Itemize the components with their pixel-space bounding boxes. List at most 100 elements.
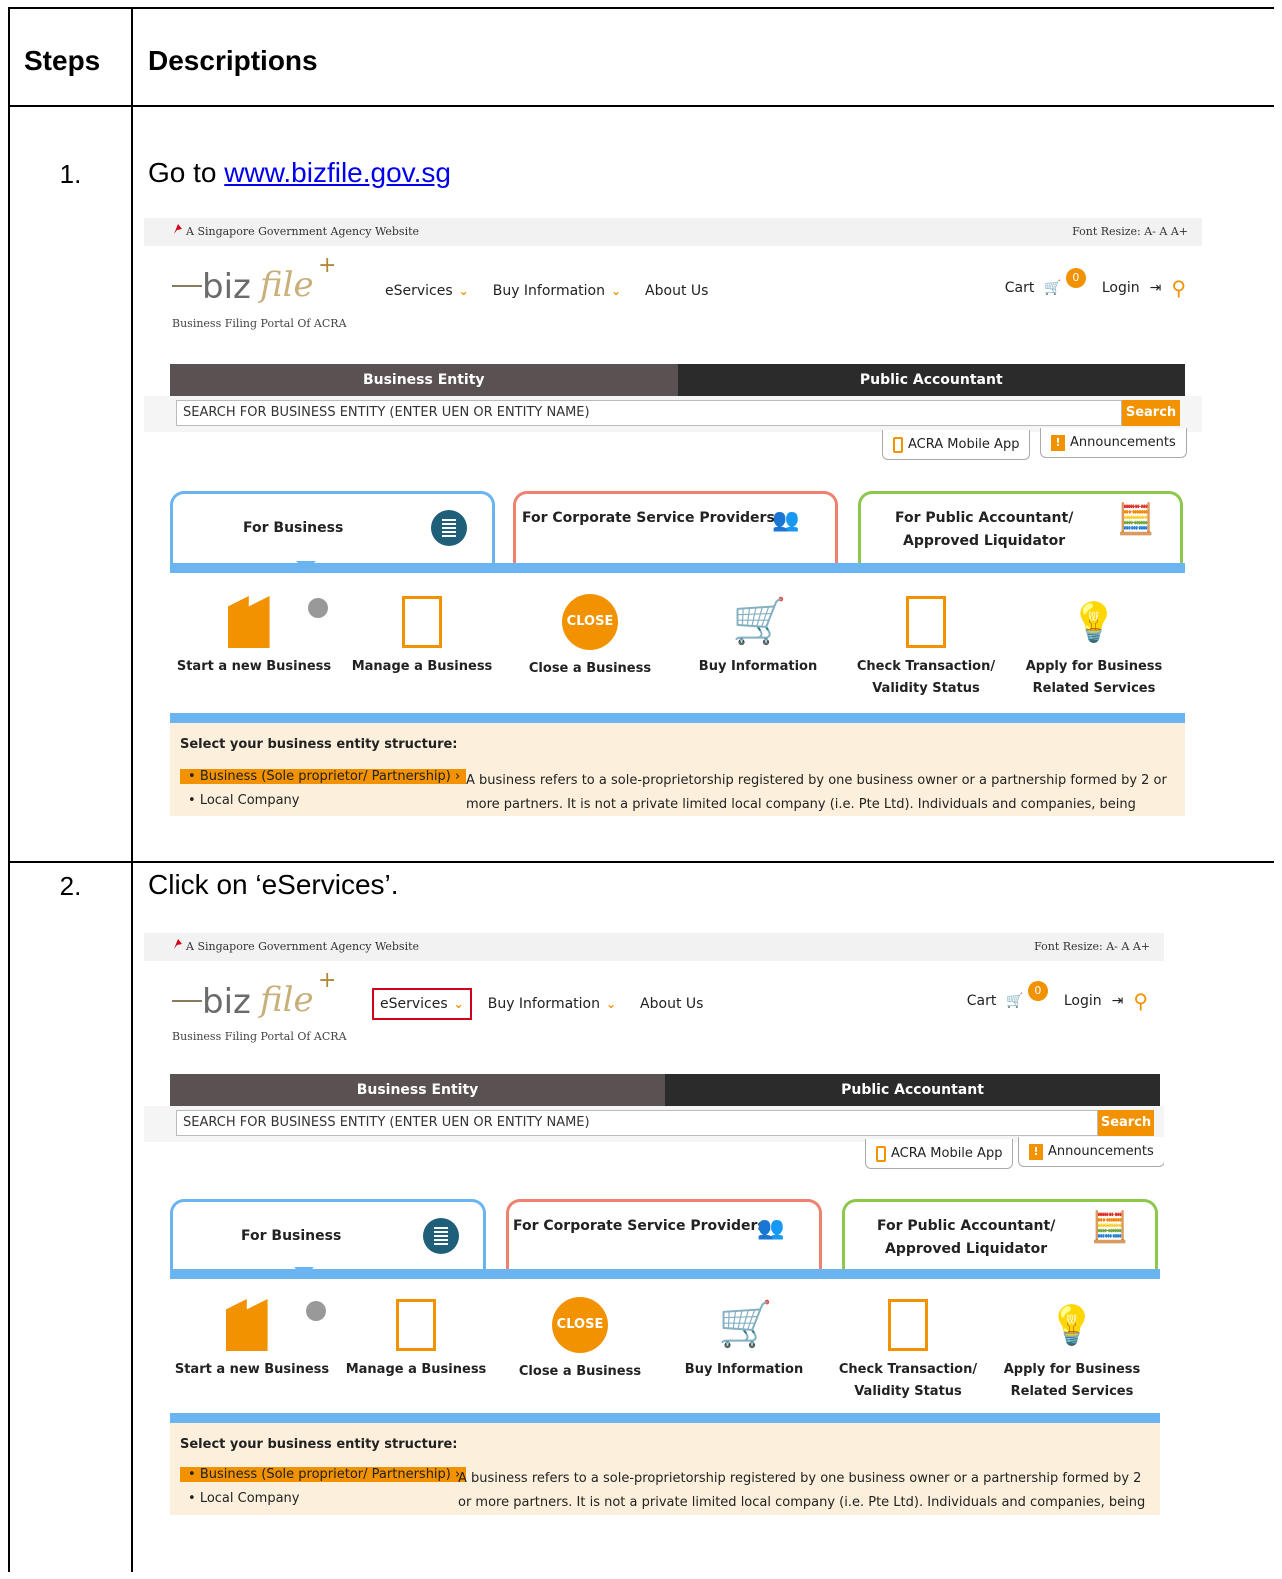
card-for-business[interactable]: For Business [170, 1199, 486, 1271]
gov-banner-bar: A Singapore Government Agency Website Fo… [144, 218, 1202, 246]
gov-banner-text: A Singapore Government Agency Website [186, 225, 420, 238]
structure-title: Select your business entity structure: [180, 1437, 458, 1452]
svg-text:biz: biz [202, 982, 251, 1022]
cart-label[interactable]: Cart [967, 993, 997, 1009]
search-bar-area: SEARCH FOR BUSINESS ENTITY (ENTER UEN OR… [144, 396, 1202, 432]
logo-subtitle: Business Filing Portal Of ACRA [172, 1030, 347, 1043]
service-check-transaction[interactable]: Check Transaction/Validity Status [824, 1299, 992, 1403]
step-text-1: Go to www.bizfile.gov.sg [148, 157, 451, 189]
service-start-business[interactable]: Start a new Business [170, 596, 338, 678]
lightbulb-icon: 💡 [1070, 600, 1118, 644]
option-business[interactable]: • Business (Sole proprietor/ Partnership… [180, 769, 467, 784]
header-steps: Steps [24, 45, 101, 76]
card-public-accountant[interactable]: For Public Accountant/ Approved Liquidat… [842, 1199, 1158, 1271]
search-input[interactable]: SEARCH FOR BUSINESS ENTITY (ENTER UEN OR… [176, 400, 1122, 426]
cart-icon[interactable]: 🛒 [1006, 993, 1023, 1009]
service-start-business[interactable]: Start a new Business [168, 1299, 336, 1381]
header-descriptions: Descriptions [148, 45, 318, 76]
people-icon: 👥 [757, 1216, 785, 1241]
phone-icon [893, 436, 903, 453]
nav-buy-information[interactable]: Buy Information ⌄ [488, 996, 616, 1012]
chevron-down-icon: ⌄ [458, 284, 469, 298]
cart-icon[interactable]: 🛒 [1044, 280, 1061, 296]
card-csp[interactable]: For Corporate Service Providers 👥 [513, 491, 838, 563]
nav-eservices-highlighted[interactable]: eServices ⌄ [372, 988, 472, 1020]
service-apply-business[interactable]: 💡 Apply for Business Related Services [1010, 596, 1178, 700]
blue-bar-top [170, 563, 1185, 573]
people-icon: 👥 [772, 508, 800, 533]
step-number-2: 2. [59, 871, 82, 901]
card-for-business[interactable]: For Business [170, 491, 495, 563]
mobile-app-button[interactable]: ACRA Mobile App [882, 430, 1031, 460]
login-icon[interactable]: ⇥ [1112, 993, 1124, 1009]
service-manage-business[interactable]: Manage a Business [338, 596, 506, 678]
cart-icon: 🛒 [718, 1299, 773, 1350]
announcements-button[interactable]: ! Announcements [1018, 1137, 1164, 1167]
nav-eservices[interactable]: eServices ⌄ [385, 283, 469, 299]
blue-bar-bottom [170, 713, 1185, 723]
service-apply-business[interactable]: 💡 Apply for Business Related Services [988, 1299, 1156, 1403]
search-button[interactable]: Search [1098, 1110, 1154, 1136]
font-resize[interactable]: Font Resize: A- A A+ [1034, 940, 1150, 953]
calculator-icon: 🧮 [1091, 1210, 1129, 1245]
search-document-icon [888, 1299, 928, 1351]
bizfile-logo: biz file + [172, 968, 336, 1022]
user-nav: Cart 🛒 0 Login ⇥ ⚲ [1005, 268, 1186, 300]
audience-cards: For Business For Corporate Service Provi… [170, 1199, 1160, 1275]
option-local-company[interactable]: • Local Company [180, 1491, 299, 1506]
row-divider [10, 861, 1274, 863]
tab-business-entity[interactable]: Business Entity [170, 1074, 665, 1106]
option-local-company[interactable]: • Local Company [180, 793, 299, 808]
font-resize[interactable]: Font Resize: A- A A+ [1072, 225, 1188, 238]
nav-about-us[interactable]: About Us [640, 996, 703, 1012]
service-close-business[interactable]: CLOSE Close a Business [496, 1297, 664, 1383]
service-buy-information[interactable]: 🛒 Buy Information [660, 1299, 828, 1381]
blue-bar-top [170, 1269, 1160, 1279]
service-close-business[interactable]: CLOSE Close a Business [506, 594, 674, 680]
service-buy-information[interactable]: 🛒 Buy Information [674, 596, 842, 678]
column-divider [131, 9, 133, 1572]
step-number-1: 1. [59, 159, 82, 189]
nav-about-us[interactable]: About Us [645, 283, 708, 299]
tab-business-entity[interactable]: Business Entity [170, 364, 678, 396]
search-icon[interactable]: ⚲ [1133, 989, 1148, 1013]
calculator-icon: 🧮 [1117, 502, 1155, 537]
login-label[interactable]: Login [1102, 280, 1140, 296]
cart-count-badge: 0 [1027, 981, 1048, 1001]
structure-description: A business refers to a sole-proprietorsh… [466, 773, 1167, 812]
option-business[interactable]: • Business (Sole proprietor/ Partnership… [180, 1467, 467, 1482]
cart-icon: 🛒 [732, 596, 787, 647]
card-public-accountant[interactable]: For Public Accountant/ Approved Liquidat… [858, 491, 1183, 563]
entity-structure-panel: Select your business entity structure: •… [170, 1423, 1160, 1515]
step-text-prefix: Go to [148, 157, 225, 188]
search-bar-area: SEARCH FOR BUSINESS ENTITY (ENTER UEN OR… [144, 1106, 1164, 1142]
building-icon [431, 510, 467, 546]
service-check-transaction[interactable]: Check Transaction/Validity Status [842, 596, 1010, 700]
service-manage-business[interactable]: Manage a Business [332, 1299, 500, 1381]
card-csp[interactable]: For Corporate Service Providers 👥 [506, 1199, 822, 1271]
search-document-icon [906, 596, 946, 648]
alert-icon: ! [1029, 1143, 1043, 1160]
cart-label[interactable]: Cart [1005, 280, 1035, 296]
announcements-button[interactable]: ! Announcements [1040, 428, 1187, 458]
step-text-2: Click on ‘eServices’. [148, 869, 399, 900]
bizfile-link[interactable]: www.bizfile.gov.sg [224, 157, 451, 188]
alert-icon: ! [1051, 434, 1065, 451]
structure-title: Select your business entity structure: [180, 737, 458, 752]
chevron-down-icon: ⌄ [605, 997, 617, 1011]
tab-public-accountant[interactable]: Public Accountant [665, 1074, 1160, 1106]
tab-public-accountant[interactable]: Public Accountant [677, 364, 1185, 396]
chevron-down-icon: ⌄ [610, 284, 622, 298]
search-button[interactable]: Search [1122, 400, 1180, 426]
blue-bar-bottom [170, 1413, 1160, 1423]
mobile-app-button[interactable]: ACRA Mobile App [865, 1139, 1014, 1169]
factory-icon [226, 1299, 268, 1351]
login-icon[interactable]: ⇥ [1150, 280, 1162, 296]
search-icon[interactable]: ⚲ [1171, 276, 1186, 300]
login-label[interactable]: Login [1064, 993, 1102, 1009]
nav-buy-information[interactable]: Buy Information ⌄ [493, 283, 621, 299]
logo-subtitle: Business Filing Portal Of ACRA [172, 317, 347, 330]
search-tabs: Business Entity Public Accountant [170, 1074, 1160, 1106]
search-input[interactable]: SEARCH FOR BUSINESS ENTITY (ENTER UEN OR… [176, 1110, 1098, 1136]
gov-banner-text: A Singapore Government Agency Website [186, 940, 420, 953]
